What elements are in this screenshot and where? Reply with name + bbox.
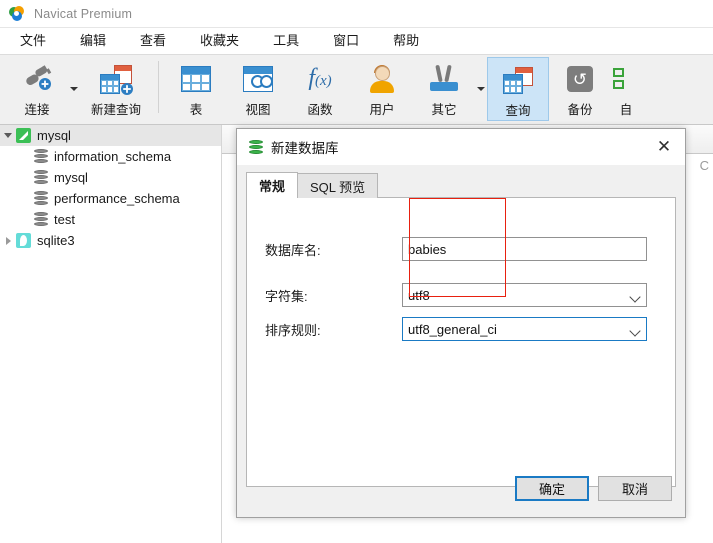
automation-icon: [613, 60, 639, 98]
collation-value: utf8_general_ci: [408, 321, 497, 337]
toolbar-label-query: 查询: [505, 104, 531, 118]
user-icon: [369, 60, 395, 98]
toolbar-button-backup[interactable]: ↺ 备份: [549, 57, 611, 121]
toolbar-button-automation[interactable]: 自: [611, 57, 641, 121]
other-dropdown-chevron-down-icon[interactable]: [475, 57, 487, 121]
tree-item-mysql-db[interactable]: mysql: [0, 167, 221, 188]
tab-general[interactable]: 常规: [246, 172, 299, 198]
toolbar-label-connection: 连接: [24, 103, 50, 117]
tree-item-label: test: [54, 212, 75, 227]
window-title: Navicat Premium: [34, 6, 133, 21]
form-row-database-name: 数据库名: babies: [247, 236, 675, 262]
menu-edit[interactable]: 编辑: [70, 30, 116, 52]
database-icon: [34, 170, 48, 185]
tree-item-mysql-connection[interactable]: mysql: [0, 125, 221, 146]
toolbar-label-view: 视图: [245, 103, 271, 117]
new-query-icon: [100, 60, 133, 98]
menu-favorites[interactable]: 收藏夹: [190, 30, 249, 52]
database-name-field[interactable]: babies: [402, 237, 647, 261]
ok-button[interactable]: 确定: [515, 475, 589, 501]
menu-file[interactable]: 文件: [10, 30, 56, 52]
toolbar-label-other: 其它: [431, 103, 457, 117]
navicat-logo-icon: [9, 5, 25, 22]
dialog-footer: 确定 取消: [237, 459, 685, 517]
connection-icon: [21, 60, 53, 98]
main-toolbar: 连接 新建查询 表 视图 f(x) 函数 用户 其它 查询 ↺ 备份 自: [0, 55, 713, 125]
toolbar-label-automation: 自: [619, 103, 633, 117]
toolbar-separator-1: [158, 61, 159, 113]
label-collation: 排序规则:: [265, 322, 321, 338]
toolbar-group-objects: 表 视图 f(x) 函数 用户 其它 查询 ↺ 备份 自: [165, 55, 641, 123]
connection-tree-sidebar[interactable]: mysql information_schema mysql performan…: [0, 125, 222, 543]
dialog-titlebar: 新建数据库 ✕: [237, 129, 685, 165]
database-icon: [34, 212, 48, 227]
dialog-tab-panel-general: 数据库名: babies 字符集: utf8 排序规则: utf8_genera…: [246, 197, 676, 487]
dialog-title: 新建数据库: [271, 141, 339, 156]
collation-select[interactable]: utf8_general_ci: [402, 317, 647, 341]
tree-item-label: sqlite3: [37, 233, 75, 248]
sqlite-connection-icon: [16, 233, 31, 248]
toolbar-button-connection[interactable]: 连接: [6, 57, 68, 121]
menu-window[interactable]: 窗口: [323, 30, 369, 52]
database-icon: [34, 191, 48, 206]
charset-value: utf8: [408, 287, 430, 303]
new-database-dialog: 新建数据库 ✕ 常规 SQL 预览 数据库名: babies 字符集: utf8: [236, 128, 686, 518]
tree-item-test[interactable]: test: [0, 209, 221, 230]
toolbar-group-connection: 连接 新建查询: [0, 55, 152, 123]
menubar: 文件 编辑 查看 收藏夹 工具 窗口 帮助: [0, 28, 713, 55]
toolbar-button-query[interactable]: 查询: [487, 57, 549, 121]
toolbar-button-view[interactable]: 视图: [227, 57, 289, 121]
tree-item-label: information_schema: [54, 149, 172, 164]
view-icon: [243, 60, 273, 98]
database-name-value: babies: [408, 241, 447, 257]
form-row-collation: 排序规则: utf8_general_ci: [247, 316, 675, 342]
connection-dropdown-chevron-down-icon[interactable]: [68, 57, 80, 121]
menu-tools[interactable]: 工具: [263, 30, 309, 52]
tree-item-sqlite3-connection[interactable]: sqlite3: [0, 230, 221, 251]
dialog-tabstrip: 常规 SQL 预览: [246, 172, 379, 198]
toolbar-label-table: 表: [189, 103, 203, 117]
database-icon: [34, 149, 48, 164]
tree-item-information-schema[interactable]: information_schema: [0, 146, 221, 167]
label-database-name: 数据库名:: [265, 242, 321, 258]
toolbar-button-table[interactable]: 表: [165, 57, 227, 121]
tree-item-label: performance_schema: [54, 191, 180, 206]
toolbar-label-user: 用户: [369, 103, 395, 117]
window-titlebar: Navicat Premium: [0, 0, 713, 28]
cancel-button[interactable]: 取消: [598, 475, 672, 501]
form-row-charset: 字符集: utf8: [247, 282, 675, 308]
tab-sql-preview[interactable]: SQL 预览: [297, 173, 379, 198]
tree-item-performance-schema[interactable]: performance_schema: [0, 188, 221, 209]
mysql-connection-icon: [16, 128, 31, 143]
toolbar-label-function: 函数: [307, 103, 333, 117]
main-partial-text: C: [699, 158, 709, 173]
database-icon: [249, 139, 263, 155]
toolbar-button-function[interactable]: f(x) 函数: [289, 57, 351, 121]
charset-select[interactable]: utf8: [402, 283, 647, 307]
tree-item-label: mysql: [37, 128, 71, 143]
menu-help[interactable]: 帮助: [383, 30, 429, 52]
menu-view[interactable]: 查看: [130, 30, 176, 52]
chevron-down-icon[interactable]: [0, 125, 16, 146]
tree-item-label: mysql: [54, 170, 88, 185]
toolbar-label-new-query: 新建查询: [90, 103, 141, 117]
query-icon: [503, 61, 533, 99]
backup-icon: ↺: [567, 60, 593, 98]
close-icon[interactable]: ✕: [649, 132, 679, 162]
label-charset: 字符集:: [265, 288, 308, 304]
toolbar-label-backup: 备份: [567, 103, 593, 117]
function-fx-icon: f(x): [308, 64, 332, 91]
toolbar-button-user[interactable]: 用户: [351, 57, 413, 121]
table-icon: [181, 60, 211, 98]
toolbar-button-new-query[interactable]: 新建查询: [80, 57, 152, 121]
other-tools-icon: [429, 60, 459, 98]
toolbar-button-other[interactable]: 其它: [413, 57, 475, 121]
chevron-right-icon[interactable]: [0, 230, 16, 251]
dialog-body: 常规 SQL 预览 数据库名: babies 字符集: utf8 排序规则: u…: [237, 165, 685, 517]
